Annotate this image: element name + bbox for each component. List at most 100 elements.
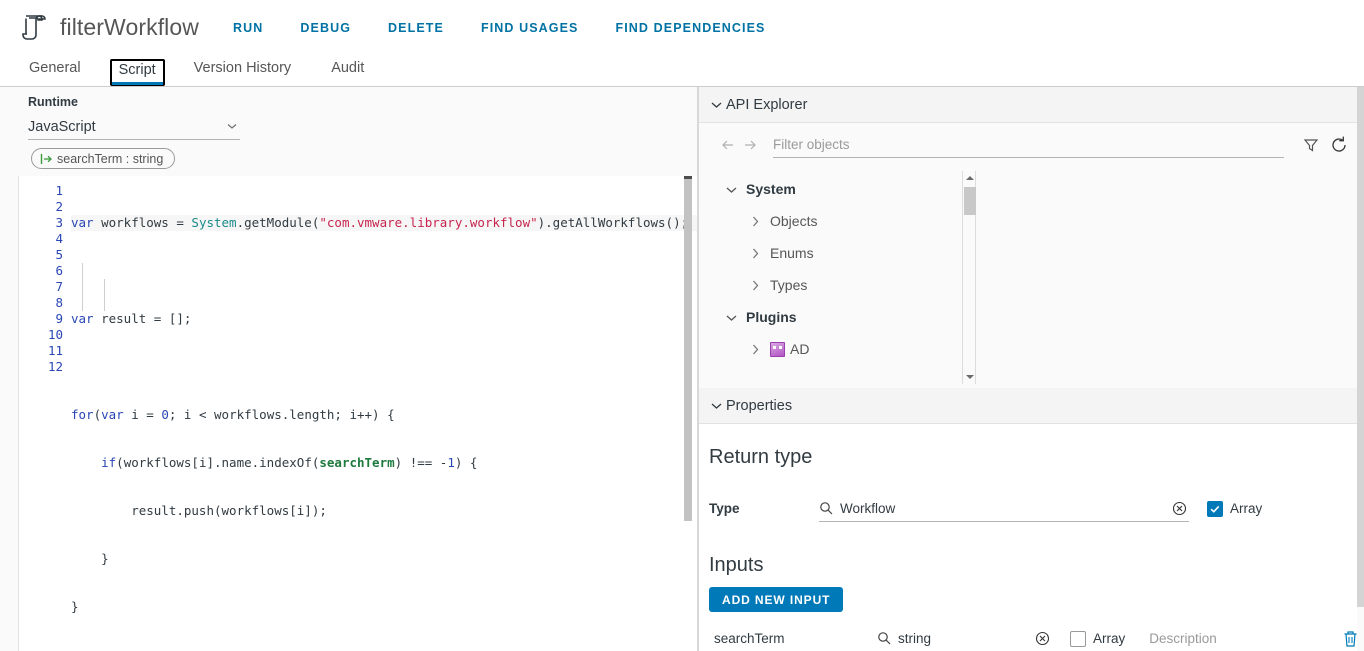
tab-version-history[interactable]: Version History [183, 59, 303, 87]
type-label: Type [709, 501, 740, 516]
checkbox-checked-icon [1207, 500, 1223, 517]
tree-node-system[interactable]: System [699, 173, 976, 205]
code-line: if(workflows[i].name.indexOf(searchTerm)… [101, 454, 478, 470]
checkbox-unchecked-icon [1070, 630, 1086, 647]
tab-bar: General Script Version History Audit [0, 55, 1364, 87]
editor-vertical-scrollbar[interactable] [684, 175, 692, 651]
param-chip-label: searchTerm : string [57, 151, 164, 166]
tree-node-ad[interactable]: AD [699, 333, 976, 365]
right-pane: API Explorer Filter objects System Objec… [698, 87, 1364, 651]
code-fold-guide [82, 262, 83, 311]
code-line: result.push(workflows[i]); [71, 502, 327, 518]
tab-audit[interactable]: Audit [320, 59, 375, 87]
main-content: Runtime JavaScript searchTerm: string 1… [0, 87, 1364, 651]
return-type-heading: Return type [709, 446, 813, 468]
return-type-array-checkbox[interactable]: Array [1207, 500, 1262, 517]
input-name-field[interactable]: searchTerm [709, 625, 851, 651]
parameter-chip-row: searchTerm : string [0, 140, 697, 176]
scrollbar-thumb[interactable] [964, 187, 976, 215]
api-explorer-body: System Objects Enums [699, 123, 1364, 388]
run-button[interactable]: RUN [233, 17, 263, 39]
chevron-right-icon[interactable] [749, 247, 762, 260]
scrollbar-thumb[interactable] [1357, 87, 1364, 607]
tab-script[interactable]: Script [109, 58, 165, 86]
line-number: 1 [55, 182, 63, 198]
filter-objects-input[interactable] [773, 137, 1284, 152]
code-line: } [71, 598, 79, 614]
chevron-right-icon[interactable] [749, 343, 762, 356]
properties-title: Properties [726, 397, 793, 414]
tree-node-label: System [746, 181, 796, 197]
right-pane-scrollbar[interactable] [1357, 87, 1364, 651]
return-type-row: Type Workflow Array [709, 495, 1364, 522]
input-type-value: string [898, 630, 932, 646]
line-number-gutter: 1 2 3 4 5 6 7 8 9 10 11 12 [19, 175, 71, 651]
api-explorer-header[interactable]: API Explorer [699, 87, 1364, 123]
clear-icon[interactable] [1035, 631, 1050, 646]
array-label: Array [1093, 631, 1126, 646]
tree-node-enums[interactable]: Enums [699, 237, 976, 269]
runtime-select[interactable]: JavaScript [28, 114, 240, 140]
api-tree-scrollbar[interactable] [962, 171, 976, 384]
return-type-field[interactable]: Workflow [819, 495, 1189, 522]
input-description-field[interactable]: Description [1144, 625, 1326, 651]
code-line: for(var i = 0; i < workflows.length; i++… [71, 406, 395, 422]
find-dependencies-button[interactable]: FIND DEPENDENCIES [616, 17, 766, 39]
tree-node-objects[interactable]: Objects [699, 205, 976, 237]
add-new-input-button[interactable]: ADD NEW INPUT [709, 587, 844, 612]
filter-funnel-icon[interactable] [1300, 134, 1322, 156]
chevron-down-icon [226, 120, 238, 132]
chevron-right-icon[interactable] [749, 215, 762, 228]
input-type-field[interactable]: string [877, 625, 1052, 651]
tree-node-label: Types [770, 277, 808, 293]
line-number: 2 [55, 198, 63, 214]
line-number: 10 [47, 326, 63, 342]
arrow-left-icon[interactable] [719, 136, 741, 154]
find-usages-button[interactable]: FIND USAGES [481, 17, 579, 39]
arrow-right-icon[interactable] [741, 136, 763, 154]
line-number: 9 [55, 310, 63, 326]
properties-header[interactable]: Properties [699, 388, 1364, 424]
script-editor-pane: Runtime JavaScript searchTerm: string 1… [0, 87, 697, 651]
chevron-down-icon[interactable] [725, 311, 738, 324]
application-window: filterWorkflow RUN DEBUG DELETE FIND USA… [0, 0, 1364, 651]
filter-objects-field[interactable] [773, 132, 1284, 158]
api-filter-row [699, 123, 1364, 167]
tab-general[interactable]: General [18, 59, 92, 87]
input-arrow-icon [40, 153, 52, 165]
scroll-down-arrow-icon[interactable] [965, 372, 975, 382]
tree-node-plugins[interactable]: Plugins [699, 301, 976, 333]
tree-node-types[interactable]: Types [699, 269, 976, 301]
line-number: 12 [47, 358, 63, 374]
delete-button[interactable]: DELETE [388, 17, 444, 39]
tree-node-label: Objects [770, 213, 818, 229]
code-editor[interactable]: 1 2 3 4 5 6 7 8 9 10 11 12 var workflows… [18, 175, 697, 651]
chevron-down-icon [710, 98, 723, 111]
input-row: searchTerm string Array Description [709, 625, 1364, 651]
param-chip-searchterm[interactable]: searchTerm : string [31, 148, 176, 169]
code-text[interactable]: var workflows = System.getModule("com.vm… [71, 176, 697, 651]
line-number: 7 [55, 278, 63, 294]
debug-button[interactable]: DEBUG [300, 17, 351, 39]
runtime-value: JavaScript [28, 118, 96, 135]
api-tree: System Objects Enums Types Plugins AD [699, 167, 976, 388]
search-icon [877, 631, 891, 645]
line-number: 11 [47, 342, 63, 358]
chevron-down-icon [710, 399, 723, 412]
return-type-value: Workflow [840, 500, 896, 516]
scroll-up-arrow-icon[interactable] [965, 173, 975, 183]
chevron-down-icon[interactable] [725, 183, 738, 196]
runtime-block: Runtime JavaScript [0, 87, 697, 140]
properties-body: Return type Type Workflow Array Inputs A… [699, 424, 1364, 651]
clear-icon[interactable] [1172, 501, 1187, 516]
input-array-checkbox[interactable]: Array [1070, 630, 1126, 647]
scrollbar-thumb[interactable] [684, 175, 692, 521]
line-number: 5 [55, 246, 63, 262]
chevron-right-icon[interactable] [749, 279, 762, 292]
refresh-icon[interactable] [1328, 134, 1350, 156]
api-tree-area: System Objects Enums Types Plugins AD [699, 167, 1364, 388]
page-title: filterWorkflow [60, 14, 199, 40]
